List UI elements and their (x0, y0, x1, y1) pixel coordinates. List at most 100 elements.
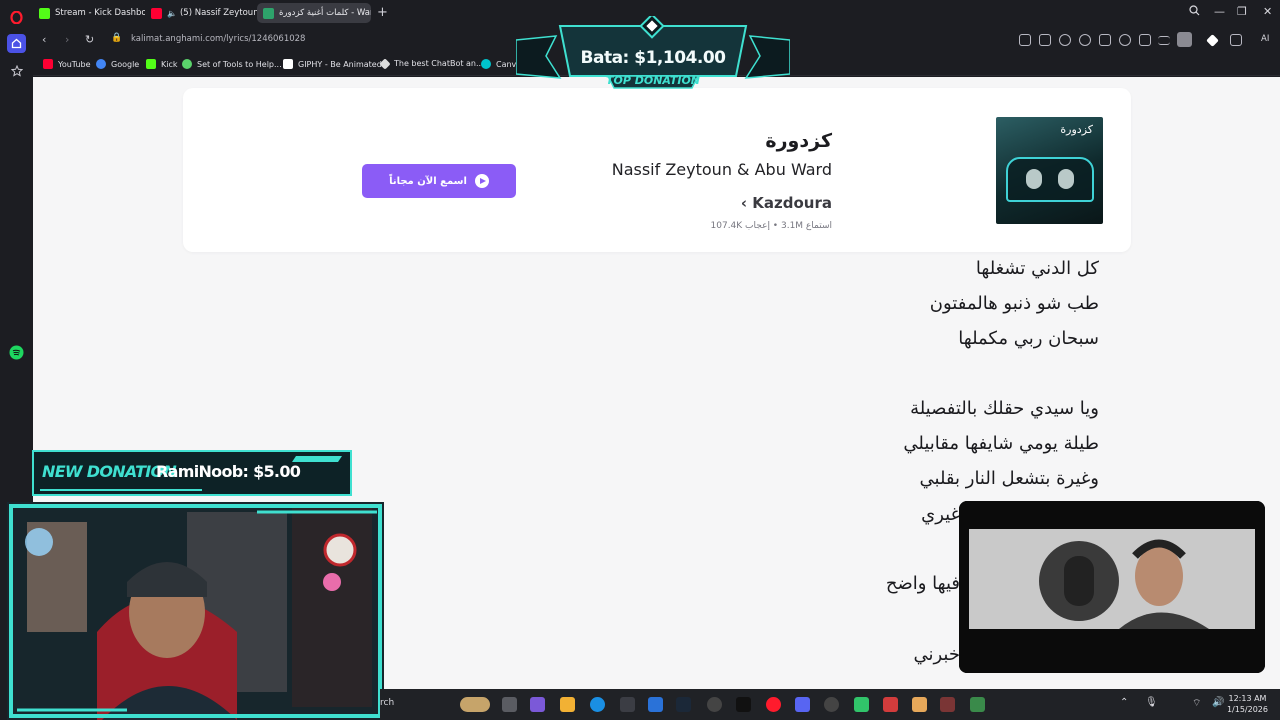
minimize-icon[interactable]: — (1214, 5, 1225, 18)
bookmark-youtube[interactable]: YouTube (43, 59, 91, 69)
tab-anghami-lyrics[interactable]: كلمات أغنية كزدورة - Ward (257, 3, 371, 23)
song-card: اسمع الآن مجاناً كزدورة Nassif Zeytoun &… (183, 88, 1131, 252)
chevron-up-icon[interactable]: ⌃ (1120, 697, 1128, 708)
anghami-icon (263, 7, 274, 19)
lyric-line: ويا سيدي حقلك بالتفصيلة (910, 398, 1099, 419)
singer-figure (1026, 169, 1042, 189)
download-icon[interactable] (1139, 34, 1151, 46)
bookmark-chatbot[interactable]: The best ChatBot an... (379, 57, 484, 70)
bookmark-label: The best ChatBot an... (394, 59, 484, 68)
forward-icon[interactable]: › (65, 33, 69, 46)
mail-icon[interactable] (883, 697, 898, 712)
tab-label: Stream - Kick Dashboard (55, 8, 145, 18)
play-icon[interactable] (1099, 34, 1111, 46)
new-donation-overlay: NEW DONATION RamiNoob: $5.00 (32, 450, 352, 496)
listen-button-label: اسمع الآن مجاناً (389, 175, 467, 187)
music-video-frame (959, 501, 1265, 673)
lyric-line: خبرني (913, 644, 960, 665)
tool-icon[interactable] (970, 697, 985, 712)
album-link[interactable]: ‹ Kazdoura (741, 194, 832, 212)
bookmark-kick[interactable]: Kick (146, 59, 178, 69)
ai-button[interactable]: AI (1261, 34, 1269, 44)
lyric-line: وغيرة بتشعل النار بقلبي (919, 468, 1099, 489)
game-icon[interactable] (854, 697, 869, 712)
top-donation-label: TOP DONATION (605, 74, 701, 87)
diamond-icon[interactable] (1206, 34, 1219, 47)
taskbar-clock[interactable]: 12:13 AM 1/15/2026 (1227, 693, 1268, 715)
kick-icon (39, 7, 50, 19)
tab-kick-dashboard[interactable]: Stream - Kick Dashboard (33, 3, 145, 23)
widget-icon[interactable] (460, 697, 490, 712)
album-art[interactable]: كزدورة (996, 117, 1103, 224)
tools-icon (182, 59, 192, 69)
spotify-icon[interactable] (7, 343, 26, 362)
4k-icon[interactable] (707, 697, 722, 712)
microphone-icon[interactable]: 🎙 (1145, 697, 1158, 708)
cube-icon[interactable] (1230, 34, 1242, 46)
reload-icon[interactable]: ↻ (85, 33, 94, 46)
bookmark-label: Kick (161, 59, 178, 69)
album-name: Kazdoura (752, 194, 832, 212)
tab-label: كلمات أغنية كزدورة - Ward (279, 8, 371, 18)
obs-icon[interactable] (824, 697, 839, 712)
search-tabs-icon[interactable] (1189, 5, 1200, 19)
lyric-line: كل الدني تشغلها (975, 258, 1099, 279)
song-artist[interactable]: Nassif Zeytoun & Abu Ward (612, 160, 832, 179)
giphy-icon (283, 59, 293, 69)
edit-icon[interactable] (1019, 34, 1031, 46)
bookmark-label: Google (111, 59, 140, 69)
heart-icon[interactable] (1119, 34, 1131, 46)
steam-icon[interactable] (676, 697, 691, 712)
star-icon[interactable] (7, 61, 26, 80)
volume-icon[interactable]: 🔊 (1212, 697, 1224, 708)
app-icon[interactable] (912, 697, 927, 712)
speaker-icon: 🔈 (167, 8, 177, 18)
task-view-icon[interactable] (502, 697, 517, 712)
wifi-icon[interactable]: ⌔ (1192, 697, 1201, 710)
youtube-icon (151, 7, 162, 19)
menu-icon[interactable] (1158, 36, 1170, 45)
copilot-icon[interactable] (530, 697, 545, 712)
lyric-line: فيها واضح (885, 573, 960, 594)
tiktok-icon[interactable] (736, 697, 751, 712)
opera-logo-icon[interactable] (7, 8, 26, 27)
avatar[interactable] (1177, 32, 1192, 47)
tab-youtube[interactable]: 🔈 (5) Nassif Zeytoun & A (145, 3, 257, 23)
url-field[interactable]: kalimat.anghami.com/lyrics/1246061028 (131, 34, 305, 44)
top-donation-overlay: Bata: $1,104.00 TOP DONATION (515, 13, 791, 90)
new-tab-button[interactable]: + (375, 5, 390, 20)
song-stats: استماع 3.1M • إعجاب 107.4K (710, 221, 832, 231)
maximize-icon[interactable]: ❐ (1237, 5, 1247, 18)
streamer-webcam (7, 502, 384, 720)
opera-icon[interactable] (766, 697, 781, 712)
bookmark-giphy[interactable]: GIPHY - Be Animated (283, 59, 382, 69)
vpn-icon[interactable] (1079, 34, 1091, 46)
canva-icon (481, 59, 491, 69)
discord-icon[interactable] (795, 697, 810, 712)
tf-icon[interactable] (940, 697, 955, 712)
kick-icon (146, 59, 156, 69)
webcam-feed (7, 502, 384, 720)
home-icon[interactable] (7, 34, 26, 53)
file-explorer-icon[interactable] (560, 697, 575, 712)
chatbot-icon (379, 57, 391, 70)
close-icon[interactable]: ✕ (1263, 5, 1272, 18)
bookmark-tools[interactable]: Set of Tools to Help... (182, 59, 282, 69)
camera-icon[interactable] (1039, 34, 1051, 46)
lyric-line: طيلة يومي شايفها مقابيلي (903, 433, 1099, 454)
singer-figure (1058, 169, 1074, 189)
lyric-line: سبحان ربي مكملها (958, 328, 1099, 349)
lock-icon: 🔒 (111, 33, 123, 43)
album-art-title: كزدورة (1060, 123, 1093, 136)
outlook-icon[interactable] (648, 697, 663, 712)
video-picture-in-picture[interactable] (959, 501, 1265, 673)
shield-icon[interactable] (1059, 34, 1071, 46)
bookmark-google[interactable]: Google (96, 59, 139, 69)
store-icon[interactable] (620, 697, 635, 712)
back-icon[interactable]: ‹ (42, 33, 46, 46)
edge-icon[interactable] (590, 697, 605, 712)
bookmark-label: Set of Tools to Help... (197, 59, 282, 69)
listen-now-button[interactable]: اسمع الآن مجاناً (362, 164, 516, 198)
taskbar-search[interactable]: rch (380, 698, 394, 708)
new-donation-text: RamiNoob: $5.00 (156, 462, 301, 481)
